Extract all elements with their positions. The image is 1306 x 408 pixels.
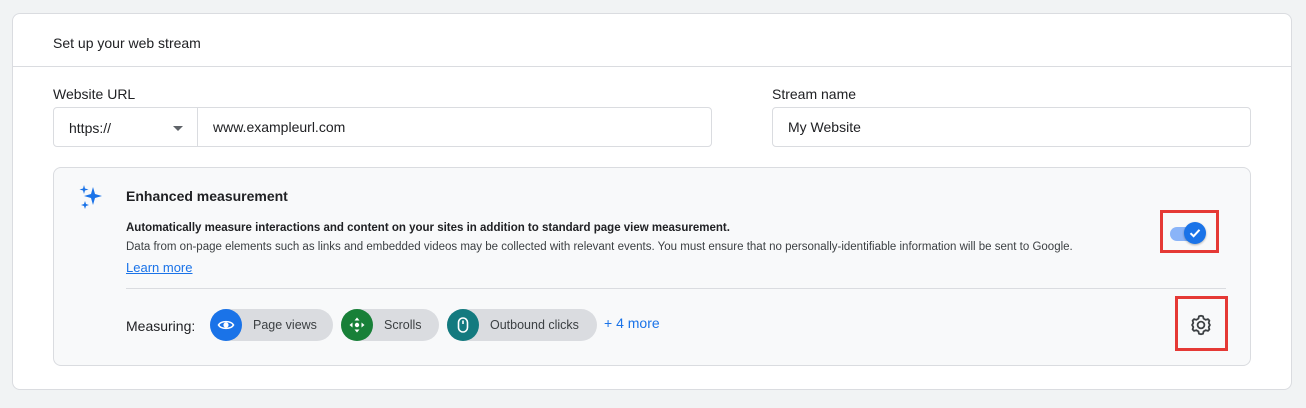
enhanced-measurement-panel: Enhanced measurement Automatically measu… [53,167,1251,366]
chip-label: Scrolls [384,318,422,332]
card-title: Set up your web stream [53,35,201,51]
stream-name-label: Stream name [772,86,857,102]
chip-label: Page views [253,318,317,332]
measuring-label: Measuring: [126,318,196,334]
chip-scrolls: Scrolls [341,309,439,341]
sparkle-icon [79,185,102,209]
gear-highlight-box [1175,296,1228,351]
enhanced-measurement-note: Data from on-page elements such as links… [126,241,1073,253]
enhanced-measurement-description: Automatically measure interactions and c… [126,222,730,234]
scroll-move-icon [341,309,373,341]
stream-name-input[interactable] [772,107,1251,147]
mouse-icon [447,309,479,341]
protocol-value: https:// [69,120,112,136]
chip-page-views: Page views [210,309,333,341]
enhanced-measurement-title: Enhanced measurement [126,188,288,204]
protocol-select[interactable]: https:// [53,107,198,147]
website-url-input[interactable] [197,107,712,147]
learn-more-link[interactable]: Learn more [126,260,192,275]
card-header: Set up your web stream [13,14,1291,67]
chip-outbound-clicks: Outbound clicks [447,309,597,341]
more-measurements-link[interactable]: + 4 more [604,315,660,331]
chip-label: Outbound clicks [490,318,579,332]
toggle-highlight-box [1160,210,1219,253]
website-url-label: Website URL [53,86,136,102]
eye-icon [210,309,242,341]
divider [126,288,1226,289]
caret-down-icon [173,126,183,131]
web-stream-card: Set up your web stream Website URL https… [12,13,1292,390]
